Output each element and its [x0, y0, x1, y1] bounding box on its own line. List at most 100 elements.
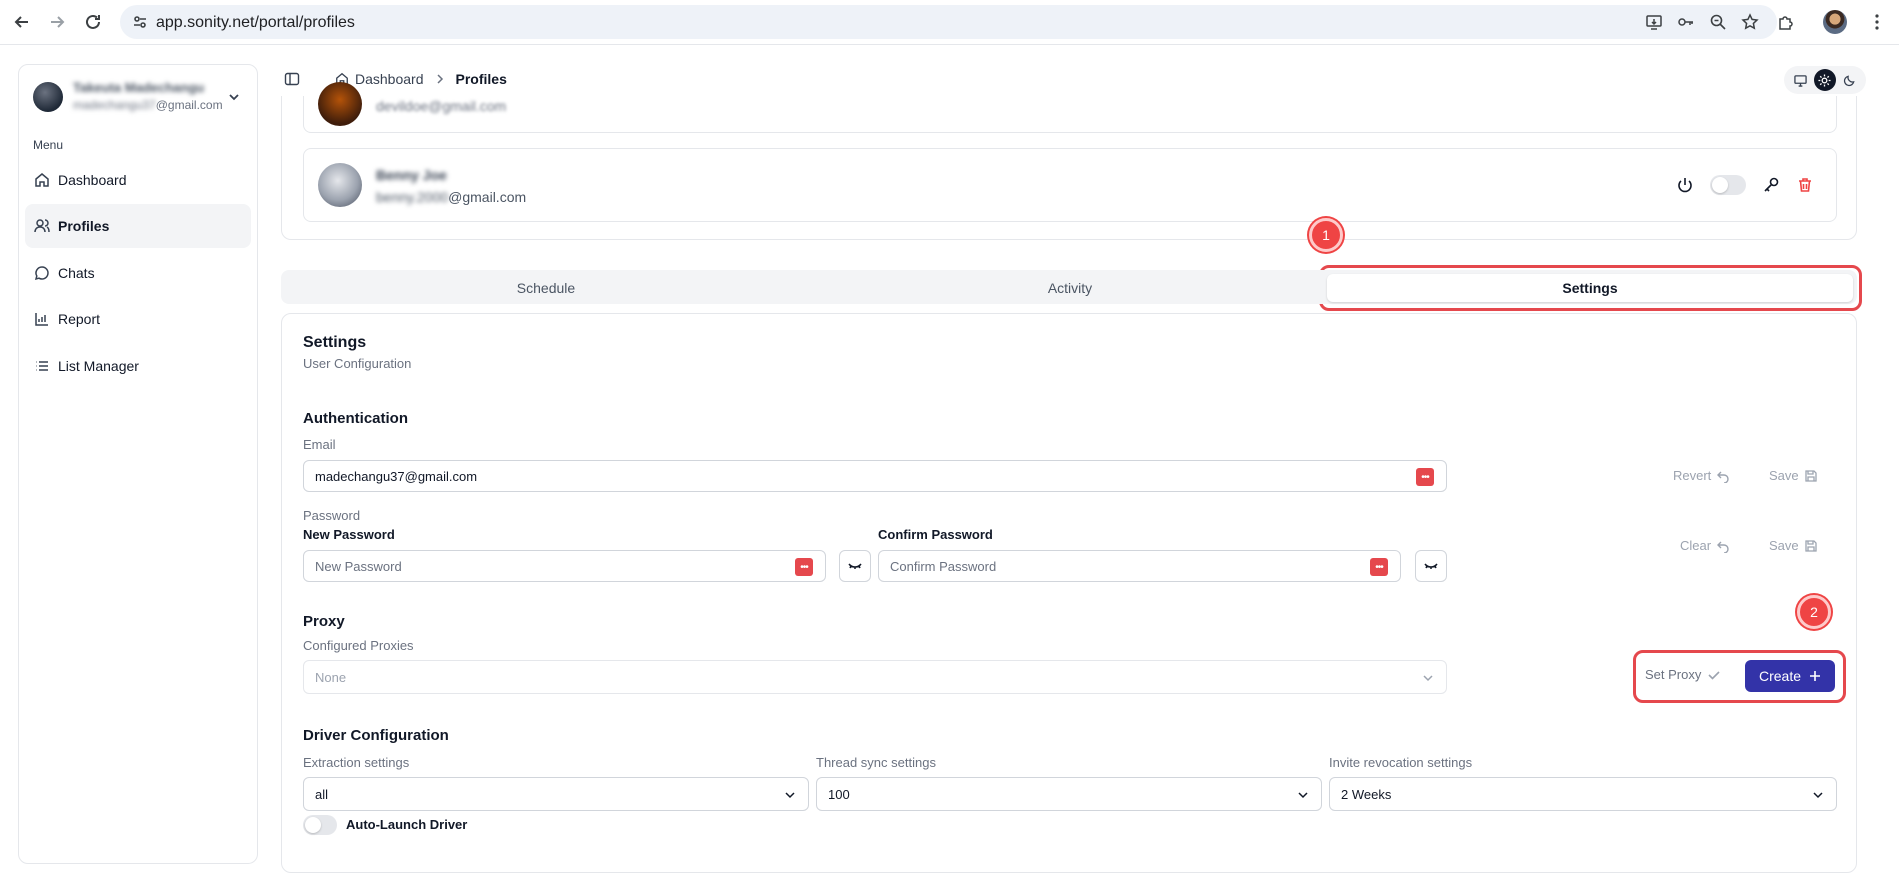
clear-password-button[interactable]: Clear	[1680, 538, 1730, 553]
proxy-select[interactable]: None	[303, 660, 1447, 694]
chevron-down-icon	[1812, 789, 1824, 801]
breadcrumb-current: Profiles	[455, 71, 507, 87]
zoom-icon[interactable]	[1709, 13, 1727, 31]
list-item[interactable]: Benny Joe benny.2000@gmail.com	[303, 148, 1837, 222]
key-icon[interactable]	[1762, 176, 1780, 194]
profiles-list: devildoe@gmail.com Benny Joe benny.2000@…	[281, 82, 1857, 240]
undo-icon	[1716, 469, 1730, 483]
show-new-password-button[interactable]	[839, 550, 871, 582]
invite-revocation-settings-select[interactable]: 2 Weeks	[1329, 777, 1837, 811]
sidebar-item-chats[interactable]: Chats	[25, 251, 251, 295]
reload-icon[interactable]	[83, 12, 103, 32]
moon-icon[interactable]	[1839, 69, 1861, 91]
sidebar-item-report[interactable]: Report	[25, 297, 251, 341]
save-email-button[interactable]: Save	[1769, 468, 1818, 483]
sidebar-toggle-icon[interactable]	[284, 71, 300, 87]
chevron-down-icon	[1297, 789, 1309, 801]
profile-email: benny.2000@gmail.com	[376, 189, 527, 205]
chart-icon	[34, 311, 50, 327]
extraction-settings-select[interactable]: all	[303, 777, 809, 811]
address-bar[interactable]: app.sonity.net/portal/profiles	[120, 5, 1777, 39]
password-key-icon[interactable]	[1677, 13, 1695, 31]
undo-icon	[1716, 539, 1730, 553]
trash-icon[interactable]	[1796, 176, 1814, 194]
eye-closed-icon	[1423, 558, 1439, 574]
email-label: Email	[303, 437, 336, 452]
eye-closed-icon	[847, 558, 863, 574]
forward-icon[interactable]	[47, 12, 67, 32]
sidebar-item-label: Chats	[58, 265, 95, 281]
save-icon	[1804, 469, 1818, 483]
email-field[interactable]: madechangu37@gmail.com •••	[303, 460, 1447, 492]
install-app-icon[interactable]	[1645, 13, 1663, 31]
tab-schedule[interactable]: Schedule	[285, 274, 807, 302]
save-password-button[interactable]: Save	[1769, 538, 1818, 553]
password-manager-icon[interactable]: •••	[795, 558, 813, 576]
confirm-password-field[interactable]: Confirm Password •••	[878, 550, 1401, 582]
breadcrumb: Dashboard Profiles	[335, 71, 507, 87]
chevron-down-icon	[784, 789, 796, 801]
auto-launch-driver-toggle[interactable]	[303, 815, 337, 835]
chevron-right-icon	[434, 73, 446, 85]
revert-button[interactable]: Revert	[1673, 468, 1730, 483]
extraction-settings-label: Extraction settings	[303, 755, 410, 770]
users-icon	[34, 218, 50, 234]
chevron-down-icon	[1422, 672, 1434, 684]
sidebar-item-label: List Manager	[58, 358, 139, 374]
breadcrumb-dashboard[interactable]: Dashboard	[355, 71, 424, 87]
browser-profile-avatar[interactable]	[1823, 10, 1847, 34]
chat-icon	[34, 265, 50, 281]
annotation-marker-2: 2	[1797, 595, 1831, 629]
account-switcher[interactable]: Takeuta Madechangu madechangu37@gmail.co…	[33, 80, 245, 116]
password-manager-icon[interactable]: •••	[1370, 558, 1388, 576]
chevron-down-icon[interactable]	[227, 90, 241, 104]
theme-switcher	[1784, 66, 1866, 94]
browser-menu-icon[interactable]	[1875, 14, 1879, 30]
profile-email: devildoe@gmail.com	[376, 98, 507, 114]
url-text: app.sonity.net/portal/profiles	[156, 14, 355, 31]
list-icon	[34, 358, 50, 374]
extensions-icon[interactable]	[1777, 13, 1795, 31]
configured-proxies-label: Configured Proxies	[303, 638, 414, 653]
profile-active-toggle[interactable]	[1710, 175, 1746, 195]
list-item[interactable]: devildoe@gmail.com	[303, 82, 1837, 133]
bookmark-star-icon[interactable]	[1741, 13, 1759, 31]
sidebar-item-profiles[interactable]: Profiles	[25, 204, 251, 248]
site-settings-icon[interactable]	[132, 14, 148, 30]
home-icon	[34, 172, 50, 188]
invite-revocation-settings-label: Invite revocation settings	[1329, 755, 1473, 770]
monitor-icon[interactable]	[1789, 69, 1811, 91]
account-email: madechangu37@gmail.com	[73, 98, 223, 112]
tab-settings[interactable]: Settings	[1327, 274, 1853, 302]
show-confirm-password-button[interactable]	[1415, 550, 1447, 582]
auto-launch-driver-label: Auto-Launch Driver	[346, 817, 468, 832]
avatar	[33, 82, 63, 112]
power-icon[interactable]	[1676, 176, 1694, 194]
menu-label: Menu	[33, 138, 64, 152]
sidebar-item-dashboard[interactable]: Dashboard	[25, 158, 251, 202]
avatar	[318, 163, 362, 207]
back-icon[interactable]	[12, 12, 32, 32]
thread-sync-settings-label: Thread sync settings	[816, 755, 936, 770]
authentication-heading: Authentication	[303, 410, 408, 427]
sidebar-item-list-manager[interactable]: List Manager	[25, 344, 251, 388]
save-icon	[1804, 539, 1818, 553]
annotation-highlight-proxy-actions	[1633, 650, 1846, 703]
sidebar-item-label: Report	[58, 311, 101, 327]
avatar	[318, 82, 362, 126]
profile-tabs: Schedule Activity Settings	[281, 270, 1857, 304]
account-name: Takeuta Madechangu	[73, 80, 205, 95]
tab-activity[interactable]: Activity	[809, 274, 1331, 302]
profile-name: Benny Joe	[376, 167, 447, 183]
password-label: Password	[303, 508, 361, 523]
thread-sync-settings-select[interactable]: 100	[816, 777, 1322, 811]
password-manager-icon[interactable]: •••	[1416, 468, 1434, 486]
sidebar: Takeuta Madechangu madechangu37@gmail.co…	[18, 64, 258, 864]
annotation-marker-1: 1	[1309, 218, 1343, 252]
new-password-label: New Password	[303, 527, 395, 542]
browser-chrome: app.sonity.net/portal/profiles	[0, 0, 1899, 45]
sun-icon[interactable]	[1813, 69, 1836, 91]
new-password-field[interactable]: New Password •••	[303, 550, 826, 582]
confirm-password-label: Confirm Password	[878, 527, 993, 542]
driver-configuration-heading: Driver Configuration	[303, 727, 449, 744]
